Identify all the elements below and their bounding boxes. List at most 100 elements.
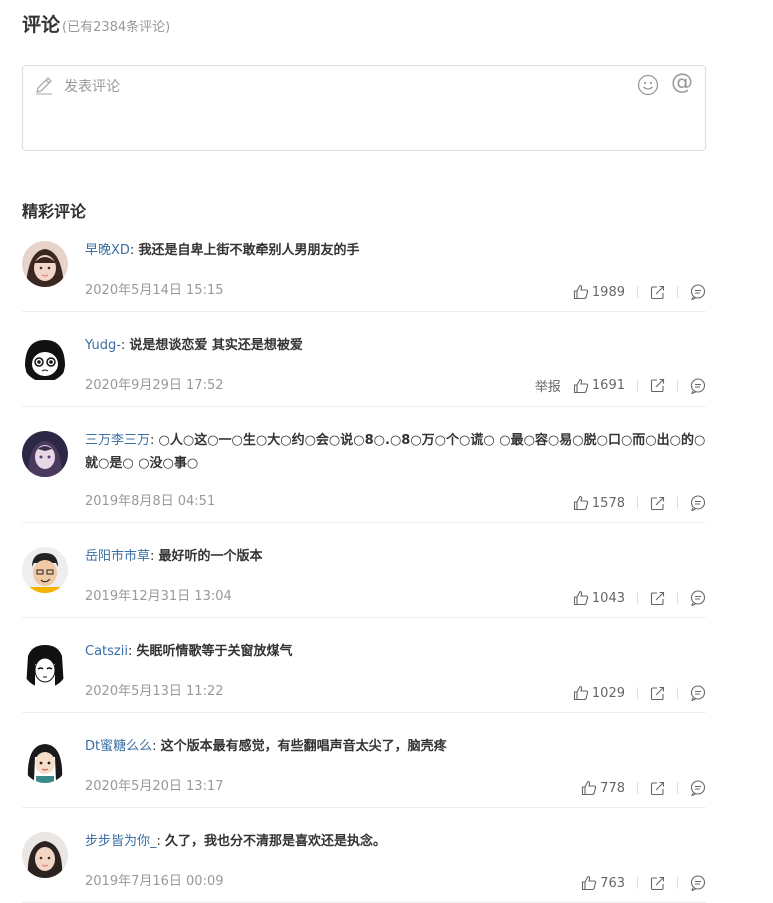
- comment-actions: 1989: [573, 284, 706, 300]
- avatar[interactable]: [22, 642, 68, 688]
- avatar[interactable]: [22, 547, 68, 593]
- like-count: 1691: [591, 378, 625, 393]
- comment-text: ○人○这○一○生○大○约○会○说○8○.○8○万○个○谎○ ○最○容○易○脱○口…: [85, 433, 706, 471]
- reply-icon[interactable]: [690, 377, 706, 394]
- avatar[interactable]: [22, 737, 68, 783]
- comment-actions: 1578: [573, 495, 706, 511]
- divider: [677, 592, 678, 604]
- reply-icon[interactable]: [690, 590, 706, 606]
- avatar[interactable]: [22, 832, 68, 878]
- comment-username[interactable]: Dt蜜糖么么: [85, 739, 152, 754]
- comment-placeholder: 发表评论: [64, 79, 120, 95]
- reply-icon[interactable]: [690, 875, 706, 891]
- comment-actions: 763: [581, 875, 706, 891]
- thumbs-up-icon: [573, 495, 589, 511]
- like-button[interactable]: 1043: [573, 590, 625, 606]
- comment-item: Dt蜜糖么么: 这个版本最有感觉，有些翻唱声音太尖了，脑壳疼 2020年5月20…: [22, 713, 706, 808]
- comments-title: 评论: [22, 14, 61, 36]
- share-icon[interactable]: [650, 591, 665, 606]
- comment-username[interactable]: 岳阳市市草: [85, 549, 150, 564]
- avatar[interactable]: [22, 431, 68, 477]
- comment-content: Yudg-: 说是想谈恋爱 其实还是想被爱: [85, 334, 706, 357]
- divider: [637, 379, 638, 392]
- like-button[interactable]: 778: [581, 780, 625, 796]
- emoji-icon[interactable]: [637, 74, 659, 96]
- divider: [637, 592, 638, 604]
- comment-colon: :: [156, 834, 166, 849]
- comment-content: 岳阳市市草: 最好听的一个版本: [85, 545, 706, 568]
- comment-time: 2020年5月14日 15:15: [85, 283, 224, 298]
- comments-header: 评论 (已有2384条评论): [22, 10, 170, 37]
- like-button[interactable]: 1989: [573, 284, 625, 300]
- thumbs-up-icon: [582, 780, 597, 796]
- reply-icon[interactable]: [690, 284, 706, 300]
- comment-username[interactable]: Yudg-: [85, 338, 121, 353]
- share-icon[interactable]: [650, 285, 665, 300]
- comment-item: Yudg-: 说是想谈恋爱 其实还是想被爱 2020年9月29日 17:52 举…: [22, 312, 706, 407]
- comment-username[interactable]: 早晚XD: [85, 243, 130, 258]
- thumbs-up-icon: [582, 875, 597, 891]
- comment-content: Catszii: 失眠听情歌等于关窗放煤气: [85, 640, 706, 663]
- like-button[interactable]: 1578: [573, 495, 625, 511]
- at-icon[interactable]: @: [671, 70, 693, 95]
- share-icon[interactable]: [650, 496, 665, 511]
- comment-username[interactable]: 三万李三万: [85, 433, 150, 448]
- comment-username[interactable]: Catszii: [85, 644, 128, 659]
- comment-content: 三万李三万: ○人○这○一○生○大○约○会○说○8○.○8○万○个○谎○ ○最○…: [85, 429, 706, 475]
- comment-input-box[interactable]: 发表评论 @: [22, 65, 706, 151]
- comment-item: 岳阳市市草: 最好听的一个版本 2019年12月31日 13:04 1043: [22, 523, 706, 618]
- divider: [637, 687, 638, 699]
- thumbs-up-icon: [573, 284, 589, 300]
- comment-colon: :: [150, 549, 159, 564]
- comment-content: 早晚XD: 我还是自卑上街不敢牵别人男朋友的手: [85, 239, 706, 262]
- share-icon[interactable]: [650, 876, 665, 891]
- like-button[interactable]: 1691: [573, 378, 625, 394]
- comment-content: 步步皆为你_: 久了，我也分不清那是喜欢还是执念。: [85, 830, 706, 853]
- avatar[interactable]: [22, 241, 68, 287]
- comment-time: 2020年9月29日 17:52: [85, 378, 224, 393]
- share-icon[interactable]: [650, 686, 665, 701]
- comment-colon: :: [150, 433, 159, 448]
- avatar[interactable]: [22, 336, 68, 382]
- like-button[interactable]: 1029: [573, 685, 625, 701]
- comment-actions: 1029: [573, 685, 706, 701]
- divider: [677, 497, 678, 509]
- comment-list: 早晚XD: 我还是自卑上街不敢牵别人男朋友的手 2020年5月14日 15:15…: [22, 217, 706, 903]
- divider: [637, 782, 638, 794]
- comment-text: 说是想谈恋爱 其实还是想被爱: [129, 338, 303, 353]
- comment-content: Dt蜜糖么么: 这个版本最有感觉，有些翻唱声音太尖了，脑壳疼: [85, 735, 706, 758]
- report-button[interactable]: 举报: [535, 376, 561, 395]
- like-count: 1043: [591, 590, 625, 606]
- reply-icon[interactable]: [690, 780, 706, 796]
- like-count: 763: [600, 875, 625, 891]
- comment-time: 2019年7月16日 00:09: [85, 874, 224, 889]
- share-icon[interactable]: [650, 781, 665, 796]
- share-icon[interactable]: [650, 378, 665, 393]
- comment-text: 久了，我也分不清那是喜欢还是执念。: [165, 834, 387, 849]
- comment-item: 早晚XD: 我还是自卑上街不敢牵别人男朋友的手 2020年5月14日 15:15…: [22, 217, 706, 312]
- like-count: 778: [600, 780, 625, 796]
- divider: [677, 782, 678, 794]
- like-count: 1578: [591, 495, 625, 511]
- divider: [677, 379, 678, 392]
- comment-text: 这个版本最有感觉，有些翻唱声音太尖了，脑壳疼: [160, 739, 447, 754]
- comment-actions: 778: [581, 780, 706, 796]
- comment-actions: 举报 1691: [535, 376, 706, 395]
- comment-item: Catszii: 失眠听情歌等于关窗放煤气 2020年5月13日 11:22 1…: [22, 618, 706, 713]
- divider: [637, 286, 638, 298]
- comment-text: 我还是自卑上街不敢牵别人男朋友的手: [138, 243, 360, 258]
- comment-count: (已有2384条评论): [62, 20, 171, 35]
- reply-icon[interactable]: [690, 685, 706, 701]
- like-button[interactable]: 763: [581, 875, 625, 891]
- comment-time: 2019年12月31日 13:04: [85, 589, 232, 604]
- divider: [677, 687, 678, 699]
- thumbs-up-icon: [573, 685, 589, 701]
- comment-time: 2020年5月13日 11:22: [85, 684, 224, 699]
- comment-text: 失眠听情歌等于关窗放煤气: [136, 644, 293, 659]
- like-count: 1989: [591, 284, 625, 300]
- reply-icon[interactable]: [690, 495, 706, 511]
- comment-item: 步步皆为你_: 久了，我也分不清那是喜欢还是执念。 2019年7月16日 00:…: [22, 808, 706, 903]
- comment-username[interactable]: 步步皆为你_: [85, 834, 157, 849]
- like-count: 1029: [591, 685, 625, 701]
- comment-text: 最好听的一个版本: [158, 549, 263, 564]
